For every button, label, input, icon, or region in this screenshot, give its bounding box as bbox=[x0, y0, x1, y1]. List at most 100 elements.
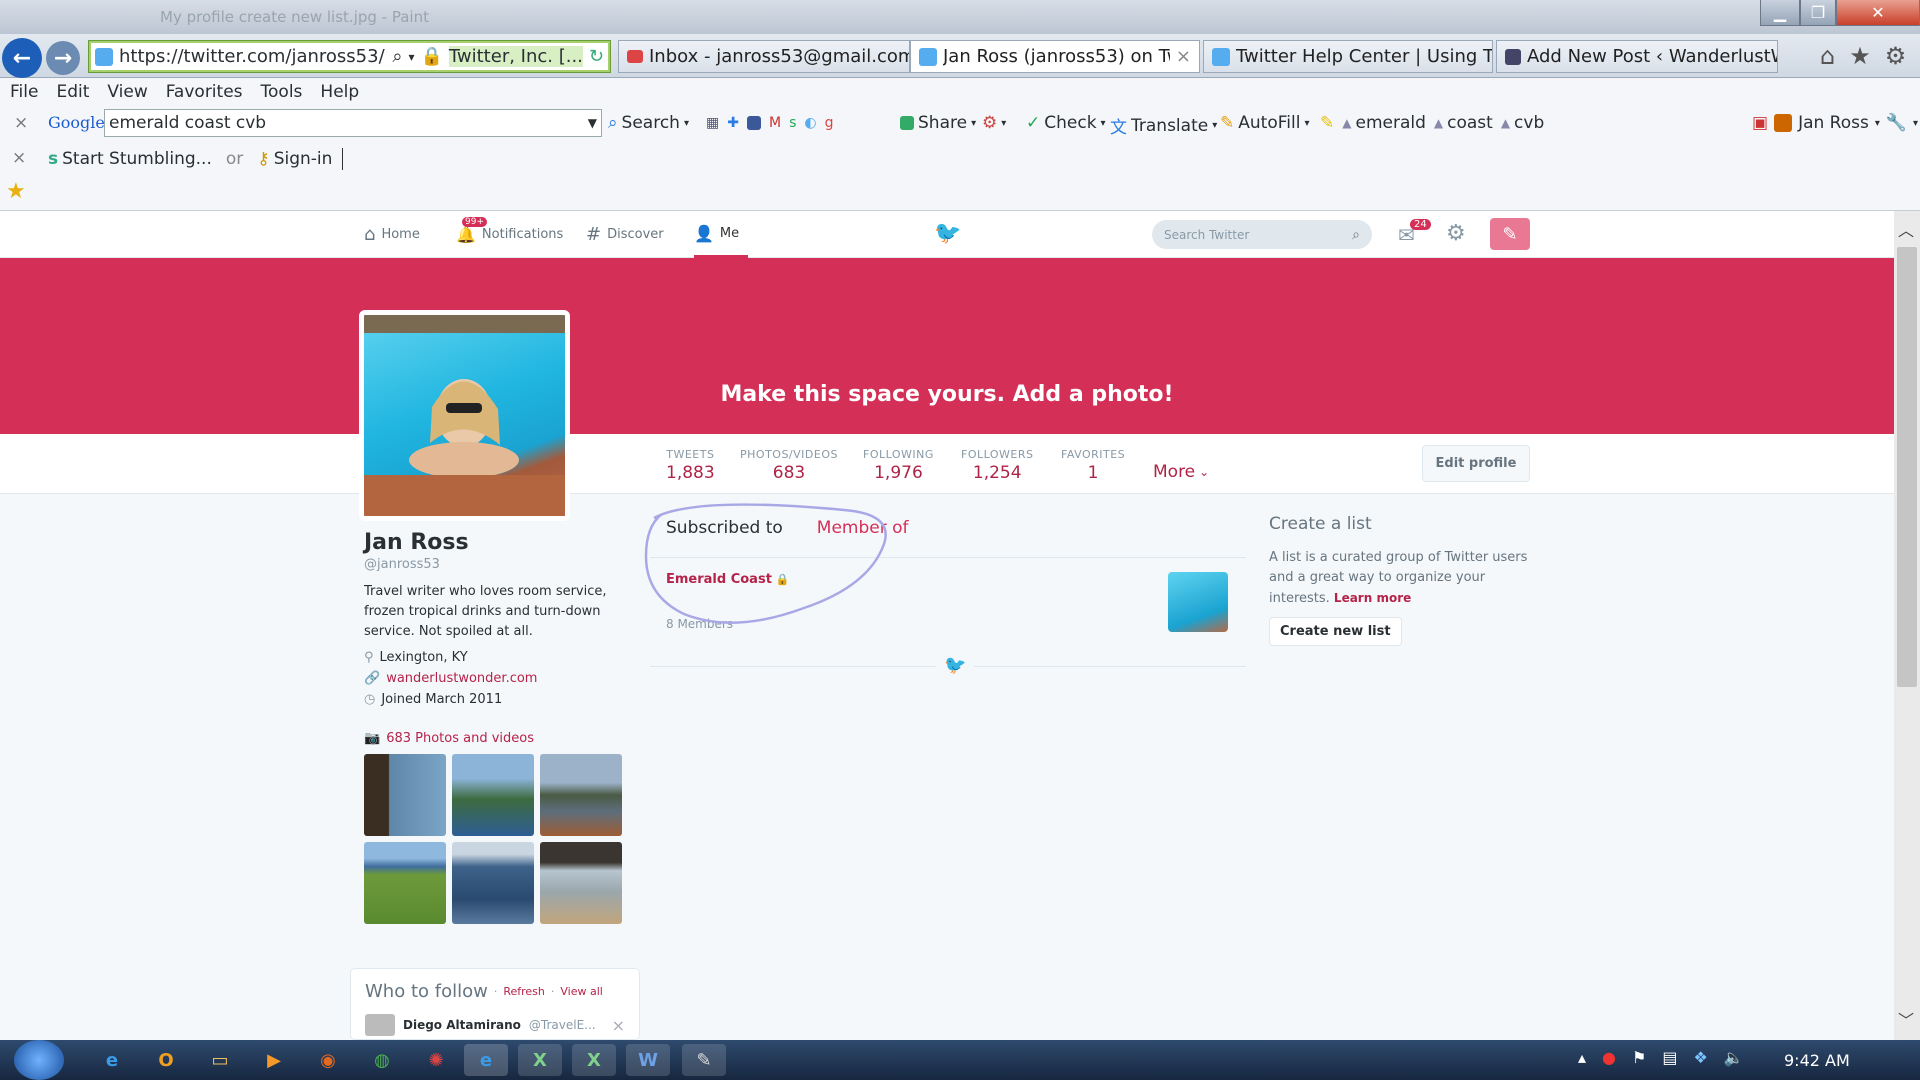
media-player-icon[interactable]: ▶ bbox=[252, 1044, 296, 1076]
website-link[interactable]: wanderlustwonder.com bbox=[386, 671, 537, 686]
clock[interactable]: 9:42 AM bbox=[1784, 1051, 1850, 1070]
tab-add-new-post[interactable]: Add New Post ‹ WanderlustW... bbox=[1496, 40, 1778, 73]
stat-tweets[interactable]: TWEETS 1,883 bbox=[666, 448, 715, 483]
paint-icon[interactable]: ✎ bbox=[682, 1044, 726, 1076]
photo-thumbnail[interactable] bbox=[540, 842, 622, 924]
outlook-icon[interactable]: O bbox=[144, 1044, 188, 1076]
nav-home[interactable]: ⌂ Home bbox=[364, 211, 420, 258]
tab-twitter-help[interactable]: Twitter Help Center | Using Twi... bbox=[1203, 40, 1493, 73]
banner-message[interactable]: Make this space yours. Add a photo! bbox=[0, 382, 1894, 407]
menu-edit[interactable]: Edit bbox=[56, 82, 89, 102]
stat-followers[interactable]: FOLLOWERS 1,254 bbox=[961, 448, 1033, 483]
profile-banner[interactable]: Make this space yours. Add a photo! bbox=[0, 258, 1894, 434]
menu-tools[interactable]: Tools bbox=[261, 82, 303, 102]
close-window-button[interactable]: ✕ bbox=[1836, 0, 1920, 26]
plugin-button[interactable]: ⚙ ▾ bbox=[982, 113, 1006, 133]
compose-tweet-button[interactable]: ✎ bbox=[1490, 218, 1530, 250]
menu-view[interactable]: View bbox=[107, 82, 147, 102]
refresh-icon[interactable]: ↻ bbox=[589, 46, 604, 67]
translate-button[interactable]: 文 Translate ▾ bbox=[1110, 113, 1217, 139]
search-term-coast[interactable]: ▲ coast bbox=[1434, 113, 1493, 133]
show-hidden-icons[interactable]: ▴ bbox=[1578, 1048, 1586, 1067]
messages-icon[interactable]: ✉ 24 bbox=[1398, 219, 1431, 247]
google-plus-icon[interactable]: g bbox=[825, 115, 834, 131]
nav-me[interactable]: 👤 Me bbox=[694, 211, 748, 258]
google-user-name[interactable]: Jan Ross bbox=[1798, 113, 1869, 133]
minimize-button[interactable]: ▁ bbox=[1760, 0, 1800, 26]
profile-website[interactable]: 🔗 wanderlustwonder.com bbox=[364, 671, 614, 686]
notification-icon[interactable]: ▣ bbox=[1752, 113, 1768, 133]
twitter-icon[interactable]: ◐ bbox=[804, 115, 816, 131]
twitter-bird-icon[interactable]: 🐦 bbox=[934, 221, 961, 246]
wrench-icon[interactable]: 🔧 bbox=[1886, 113, 1907, 133]
share-button[interactable]: Share ▾ bbox=[900, 113, 976, 133]
network-icon[interactable]: ▤ bbox=[1662, 1048, 1677, 1067]
gmail-icon[interactable]: M bbox=[769, 115, 781, 131]
volume-icon[interactable]: 🔈 bbox=[1724, 1048, 1744, 1067]
photos-videos-link[interactable]: 📷 683 Photos and videos bbox=[364, 731, 614, 746]
tab-twitter-profile[interactable]: Jan Ross (janross53) on Twit... × bbox=[910, 40, 1200, 73]
menu-help[interactable]: Help bbox=[320, 82, 359, 102]
photo-thumbnail[interactable] bbox=[364, 754, 446, 836]
scrollbar-thumb[interactable] bbox=[1897, 247, 1917, 687]
cert-label[interactable]: Twitter, Inc. [... bbox=[448, 46, 583, 67]
start-stumbling-button[interactable]: ѕ Start Stumbling... bbox=[48, 149, 212, 169]
edit-profile-button[interactable]: Edit profile bbox=[1422, 445, 1530, 482]
folder-icon[interactable]: ▭ bbox=[198, 1044, 242, 1076]
photo-thumbnail[interactable] bbox=[452, 842, 534, 924]
profile-avatar[interactable] bbox=[359, 310, 570, 521]
dropdown-icon[interactable]: ▾ bbox=[408, 50, 414, 64]
twitter-search-input[interactable]: Search Twitter ⌕ bbox=[1152, 220, 1372, 249]
chrome-icon[interactable]: ◍ bbox=[360, 1044, 404, 1076]
menu-favorites[interactable]: Favorites bbox=[166, 82, 243, 102]
bookmarks-icon[interactable]: ▦ bbox=[706, 115, 719, 131]
highlighter-icon[interactable]: ✎ bbox=[1320, 113, 1334, 133]
scroll-up-icon[interactable]: ︿ bbox=[1898, 217, 1914, 241]
app-icon[interactable]: ✺ bbox=[414, 1044, 458, 1076]
excel-icon[interactable]: X bbox=[518, 1044, 562, 1076]
internet-explorer-icon[interactable]: e bbox=[90, 1044, 134, 1076]
dropdown-icon[interactable]: ▾ bbox=[1875, 118, 1880, 129]
dropbox-icon[interactable]: ❖ bbox=[1693, 1048, 1707, 1067]
dismiss-icon[interactable]: × bbox=[612, 1016, 625, 1035]
profile-name[interactable]: Jan Ross bbox=[364, 530, 614, 555]
profile-handle[interactable]: @janross53 bbox=[364, 557, 614, 572]
firefox-icon[interactable]: ◉ bbox=[306, 1044, 350, 1076]
action-center-flag-icon[interactable]: ⚑ bbox=[1632, 1048, 1646, 1067]
gear-icon[interactable]: ⚙ bbox=[1885, 42, 1907, 70]
stat-favorites[interactable]: FAVORITES 1 bbox=[1061, 448, 1125, 483]
scroll-down-icon[interactable]: ﹀ bbox=[1898, 1007, 1914, 1031]
sign-in-button[interactable]: ⚷ Sign-in bbox=[257, 149, 332, 169]
more-dropdown[interactable]: More ⌄ bbox=[1153, 462, 1209, 482]
stat-following[interactable]: FOLLOWING 1,976 bbox=[863, 448, 934, 483]
favorites-star-icon[interactable]: ★ bbox=[6, 179, 26, 204]
close-toolbar-icon[interactable]: × bbox=[12, 148, 26, 168]
learn-more-link[interactable]: Learn more bbox=[1334, 591, 1411, 605]
word-icon[interactable]: W bbox=[626, 1044, 670, 1076]
plus-icon[interactable]: ✚ bbox=[727, 115, 739, 131]
menu-file[interactable]: File bbox=[10, 82, 38, 102]
antivirus-icon[interactable]: ● bbox=[1602, 1048, 1616, 1067]
nav-discover[interactable]: # Discover bbox=[586, 211, 664, 258]
settings-gear-icon[interactable]: ⚙ bbox=[1446, 221, 1466, 246]
google-search-input[interactable]: emerald coast cvb ▼ bbox=[104, 109, 602, 137]
create-new-list-button[interactable]: Create new list bbox=[1269, 617, 1402, 646]
photo-thumbnail[interactable] bbox=[364, 842, 446, 924]
dropdown-icon[interactable]: ▾ bbox=[1913, 118, 1918, 129]
search-term-emerald[interactable]: ▲ emerald bbox=[1342, 113, 1426, 133]
facebook-icon[interactable] bbox=[746, 116, 761, 130]
autofill-button[interactable]: ✎ AutoFill ▾ bbox=[1220, 113, 1309, 133]
photo-thumbnail[interactable] bbox=[540, 754, 622, 836]
restore-button[interactable]: ❐ bbox=[1800, 0, 1836, 26]
favorites-star-icon[interactable]: ★ bbox=[1849, 42, 1871, 70]
stat-photos-videos[interactable]: PHOTOS/VIDEOS 683 bbox=[740, 448, 838, 483]
check-button[interactable]: ✓ Check ▾ bbox=[1026, 113, 1106, 133]
dropdown-icon[interactable]: ▼ bbox=[588, 116, 597, 130]
close-toolbar-icon[interactable]: × bbox=[14, 113, 28, 133]
photo-thumbnail[interactable] bbox=[452, 754, 534, 836]
back-button[interactable]: ← bbox=[2, 38, 42, 78]
nav-notifications[interactable]: 🔔 99+ Notifications bbox=[456, 211, 563, 258]
stumbleupon-icon[interactable]: ѕ bbox=[789, 115, 796, 131]
excel-icon[interactable]: X bbox=[572, 1044, 616, 1076]
suggested-user[interactable]: Diego Altamirano @TravelE... × bbox=[365, 1014, 625, 1036]
